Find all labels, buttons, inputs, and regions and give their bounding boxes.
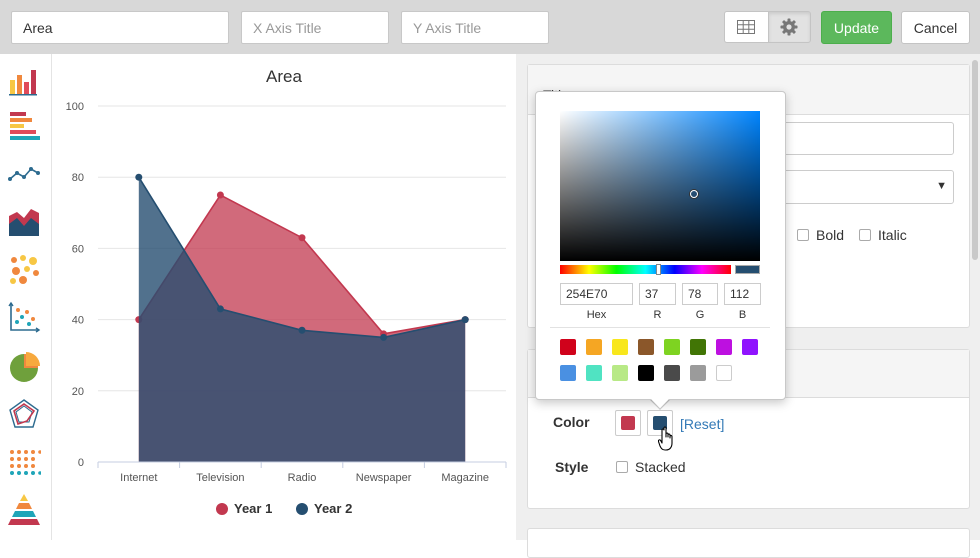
data-point-year-2: [461, 316, 469, 324]
italic-label: Italic: [878, 227, 907, 243]
legend-item-year-2[interactable]: Year 2: [296, 501, 352, 516]
palette-swatch[interactable]: [638, 339, 654, 355]
palette-swatch[interactable]: [664, 365, 680, 381]
bar-chart-icon[interactable]: [7, 64, 41, 98]
bold-label: Bold: [816, 227, 845, 243]
stacked-checkbox[interactable]: [616, 461, 628, 473]
color-preview: [735, 265, 760, 274]
palette-swatch[interactable]: [612, 339, 628, 355]
cancel-button[interactable]: Cancel: [901, 11, 970, 44]
palette-swatch[interactable]: [638, 365, 654, 381]
red-input[interactable]: [639, 283, 676, 305]
palette-swatch[interactable]: [560, 365, 576, 381]
blue-input[interactable]: [724, 283, 761, 305]
bubble-chart-icon[interactable]: [7, 252, 41, 286]
palette-swatch[interactable]: [690, 339, 706, 355]
toolbar: Update Cancel: [0, 0, 980, 54]
data-point-year-2: [380, 333, 388, 341]
palette-swatch[interactable]: [612, 365, 628, 381]
green-caption: G: [695, 309, 705, 321]
hex-input[interactable]: [560, 283, 633, 305]
gear-icon: [780, 18, 798, 36]
x-tick-label: Television: [196, 472, 244, 484]
palette-swatch[interactable]: [690, 365, 706, 381]
palette-swatch[interactable]: [716, 339, 732, 355]
x-tick-label: Newspaper: [356, 472, 412, 484]
area-chart-icon[interactable]: [7, 204, 41, 238]
palette-swatch[interactable]: [742, 339, 758, 355]
bold-checkbox[interactable]: [797, 229, 809, 241]
pie-chart-icon[interactable]: [7, 350, 41, 384]
blue-caption: B: [738, 309, 747, 321]
saturation-value-marker[interactable]: [690, 190, 698, 198]
green-input[interactable]: [682, 283, 718, 305]
settings-button[interactable]: [767, 11, 811, 43]
x-tick-label: Magazine: [441, 472, 489, 484]
data-point-year-2: [216, 305, 224, 313]
title-text-field[interactable]: [770, 122, 954, 155]
hue-slider-handle[interactable]: [656, 264, 661, 275]
color-swatch-year-1[interactable]: [615, 410, 641, 436]
data-point-year-2: [298, 326, 306, 334]
saturation-value-picker[interactable]: [560, 111, 760, 261]
update-button[interactable]: Update: [821, 11, 892, 44]
color-label: Color: [553, 414, 590, 430]
stacked-option[interactable]: Stacked: [616, 459, 686, 475]
hex-caption: Hex: [586, 309, 607, 321]
palette-swatch[interactable]: [716, 365, 732, 381]
x-tick-label: Internet: [120, 472, 157, 484]
style-label: Style: [555, 459, 589, 475]
table-grid-icon: [737, 20, 756, 34]
y-tick-label: 60: [72, 243, 84, 255]
palette-swatch[interactable]: [586, 365, 602, 381]
italic-checkbox[interactable]: [859, 229, 871, 241]
chevron-down-icon: ▼: [936, 180, 947, 192]
dot-matrix-icon[interactable]: [7, 446, 41, 480]
chart-type-sidebar: [0, 54, 52, 540]
chart-title: Area: [266, 67, 302, 86]
legend-label-year-2: Year 2: [314, 501, 353, 516]
legend-label-year-1: Year 1: [234, 501, 273, 516]
x-axis-title-input[interactable]: [241, 11, 389, 44]
y-tick-label: 100: [66, 101, 84, 113]
y-tick-label: 0: [78, 457, 84, 469]
palette-swatch[interactable]: [560, 339, 576, 355]
y-axis-title-input[interactable]: [401, 11, 549, 44]
y-tick-label: 20: [72, 386, 84, 398]
area-chart: Area 0 20 40 60 80 100 Internet Television Radio…: [66, 67, 507, 484]
legend-dot-year-1: [216, 502, 228, 515]
y-tick-label: 80: [72, 172, 84, 184]
data-point-year-2: [135, 173, 143, 181]
legend-item-year-1[interactable]: Year 1: [216, 501, 272, 516]
data-point-year-1: [216, 191, 224, 199]
legend-dot-year-2: [296, 502, 308, 515]
red-caption: R: [653, 309, 662, 321]
data-table-button[interactable]: [724, 11, 768, 43]
radar-chart-icon[interactable]: [7, 397, 41, 431]
stacked-label: Stacked: [635, 459, 686, 475]
palette-swatch[interactable]: [586, 339, 602, 355]
settings-scrollbar[interactable]: [972, 60, 978, 260]
line-chart-icon[interactable]: [7, 157, 41, 191]
x-tick-label: Radio: [288, 472, 317, 484]
chart-title-input[interactable]: [11, 11, 229, 44]
swatch-fill-year-1: [621, 416, 635, 430]
title-font-select[interactable]: ▼: [770, 170, 954, 204]
scatter-chart-icon[interactable]: [7, 300, 41, 334]
next-settings-panel: [527, 528, 970, 558]
view-toggle-group: [724, 11, 811, 43]
reset-colors-link[interactable]: [Reset]: [680, 416, 724, 432]
chart-area: Area 0 20 40 60 80 100 Internet Television Radio…: [52, 54, 516, 540]
bold-option[interactable]: Bold: [797, 227, 844, 243]
data-point-year-1: [298, 234, 306, 242]
hue-slider[interactable]: [560, 265, 731, 274]
italic-option[interactable]: Italic: [859, 227, 907, 243]
palette-swatch[interactable]: [664, 339, 680, 355]
horizontal-bar-chart-icon[interactable]: [7, 108, 41, 142]
y-tick-label: 40: [72, 315, 84, 327]
hand-cursor-icon: [658, 426, 673, 451]
pyramid-chart-icon[interactable]: [7, 492, 41, 526]
picker-divider: [550, 327, 770, 328]
